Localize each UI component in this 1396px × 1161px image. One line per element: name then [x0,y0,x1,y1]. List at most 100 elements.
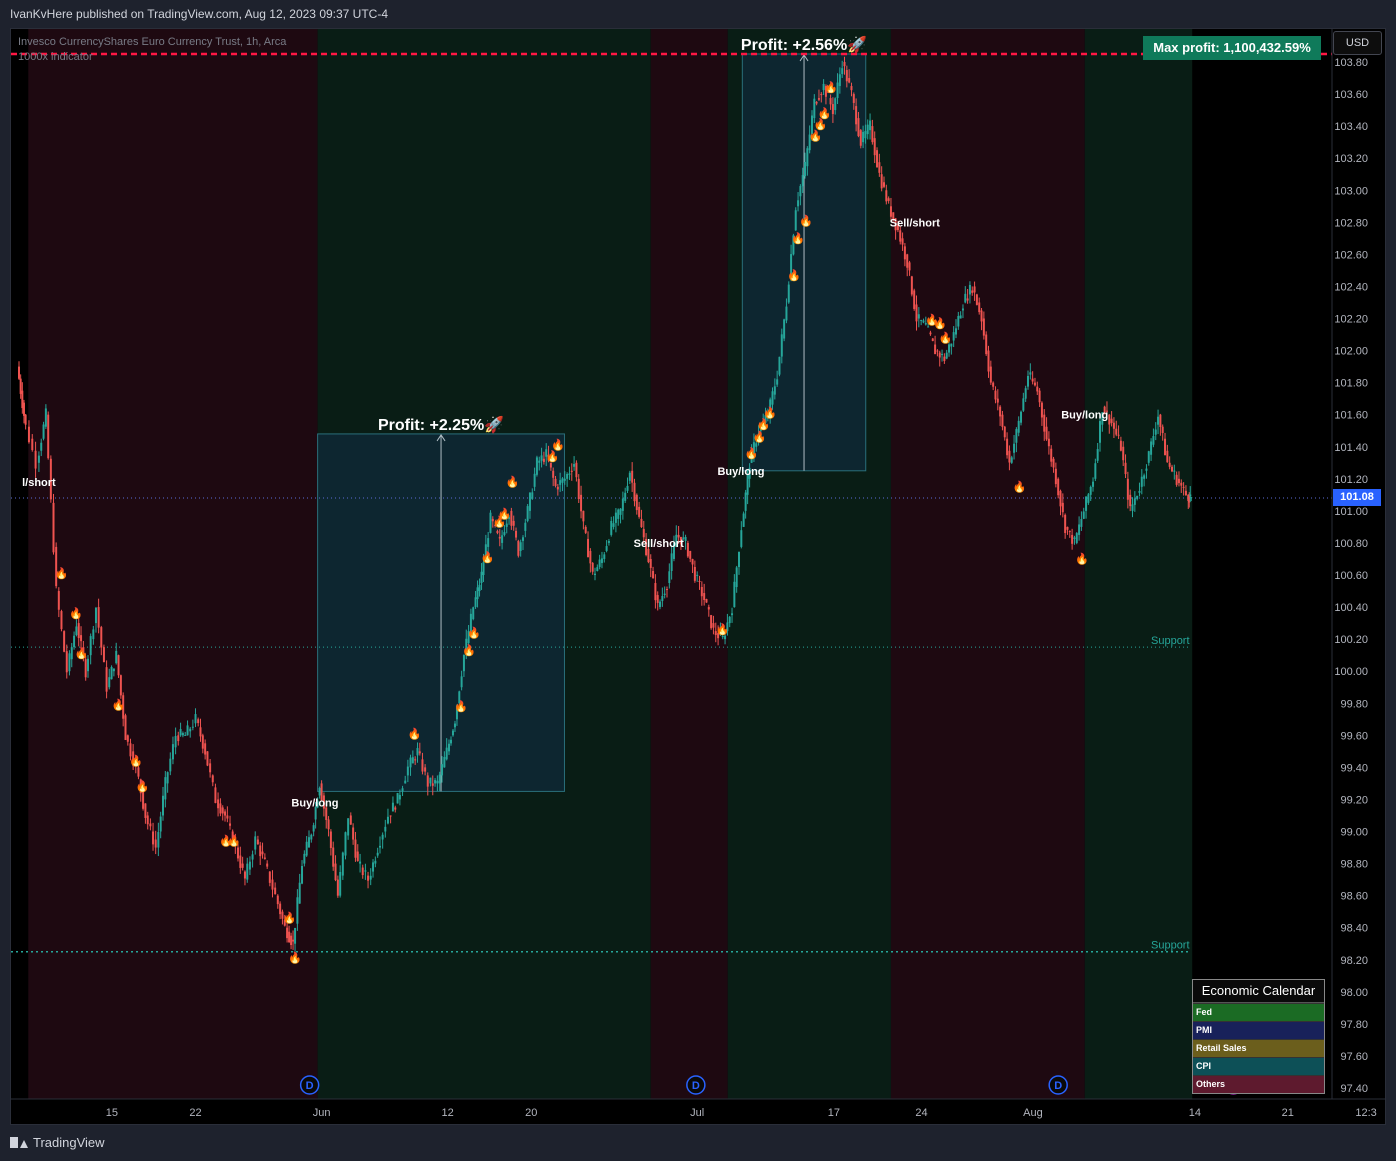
candle-body [954,328,957,335]
candle-body [327,819,330,830]
candle-body [1045,426,1048,440]
candle-body [707,607,710,610]
candle-body [174,736,177,748]
candle-body [1110,418,1113,423]
candle-body [913,290,916,309]
candle-body [1008,450,1011,463]
candle-body [728,616,731,624]
candle-body [154,839,157,848]
candle-body [1020,411,1023,423]
candle-body [561,478,564,483]
candle-body [864,130,867,139]
y-tick-label: 99.00 [1340,827,1368,839]
candle-body [429,777,432,784]
candle-body [453,723,456,728]
candle-body [973,286,976,293]
candle-body [57,591,60,610]
candle-body [607,540,610,543]
candle-body [372,862,375,872]
candle-body [661,595,664,602]
candle-body [1036,386,1039,392]
y-tick-label: 100.60 [1334,570,1368,582]
y-tick-label: 98.40 [1340,923,1368,935]
candle-body [848,78,851,83]
tradingview-logo[interactable]: TradingView [10,1135,105,1150]
zone-bull-5 [1084,29,1193,1099]
candle-body [171,744,174,760]
candle-body [619,508,622,515]
candle-body [785,306,788,321]
candle-body [219,803,222,814]
flame-signal-icon: 🔥 [283,912,297,925]
candle-body [229,823,232,826]
candle-body [336,879,339,896]
candle-body [112,668,115,672]
x-tick-label: 12:3 [1355,1107,1376,1119]
candle-body [384,826,387,832]
flame-signal-icon: 🔥 [818,107,832,120]
candle-body [700,587,703,597]
chart-area[interactable]: Profit: +2.25%🚀 Profit: +2.56%🚀 Support Sup… [10,28,1386,1125]
candle-body [1022,398,1025,411]
candle-body [855,106,858,125]
candle-body [794,210,797,231]
candle-body [462,655,465,672]
candle-body [1161,426,1164,434]
candle-body [354,839,357,858]
candle-body [296,897,299,924]
flame-signal-icon: 🔥 [546,450,560,463]
candle-body [42,424,45,439]
currency-button[interactable]: USD [1333,31,1382,55]
y-tick-label: 102.00 [1334,346,1368,358]
x-tick-label: 15 [106,1107,118,1119]
candle-body [474,597,477,608]
candle-body [549,462,552,468]
candle-body [1177,478,1180,484]
candle-body [931,338,934,341]
candle-body [496,530,499,534]
y-tick-label: 101.80 [1334,378,1368,390]
flame-signal-icon: 🔥 [799,214,813,227]
y-tick-label: 99.40 [1340,762,1368,774]
y-tick-label: 103.60 [1334,89,1368,101]
candle-body [628,472,631,481]
candle-body [910,276,913,295]
y-tick-label: 101.40 [1334,442,1368,454]
candle-body [1078,524,1081,535]
x-tick-label: 14 [1189,1107,1201,1119]
candle-body [27,426,30,443]
candle-body [344,832,347,856]
candle-body [199,727,202,737]
candle-body [301,866,304,884]
candle-body [261,851,264,855]
candle-body [582,510,585,522]
candle-body [665,589,668,591]
support-label-2: Support [1151,635,1190,647]
candle-body [577,478,580,500]
candle-body [217,799,220,809]
candle-body [850,86,853,91]
candle-body [621,498,624,511]
candle-body [65,651,68,673]
candle-body [908,262,911,271]
candle-body [347,818,350,836]
candle-body [992,382,995,387]
candle-body [526,506,529,521]
y-tick-label: 97.60 [1340,1051,1368,1063]
candle-body [603,554,606,559]
candle-body [404,780,407,784]
candle-body [70,647,73,660]
dividend-marker-glyph: D [306,1080,314,1092]
candle-body [538,460,541,463]
flame-signal-icon: 🔥 [1013,480,1027,493]
candle-body [533,473,536,487]
tradingview-logo-icon [10,1137,28,1148]
y-tick-label: 102.60 [1334,249,1368,261]
candle-body [689,550,692,559]
candle-body [286,927,289,939]
candle-body [44,408,47,427]
candle-body [401,788,404,792]
candle-body [119,675,122,696]
price-chart[interactable]: Profit: +2.25%🚀 Profit: +2.56%🚀 Support Sup… [11,29,1386,1125]
candle-body [817,98,820,100]
